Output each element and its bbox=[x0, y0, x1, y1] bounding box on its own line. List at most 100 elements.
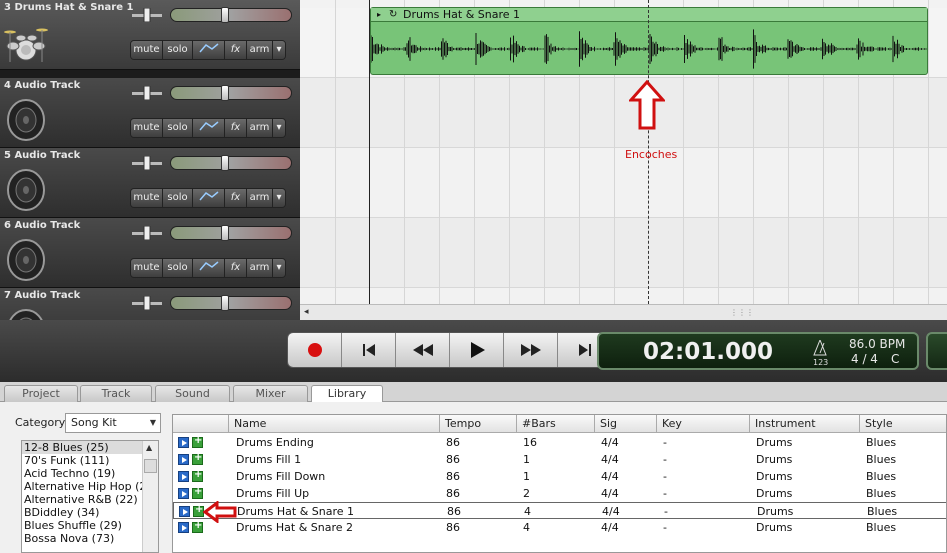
track-row[interactable]: 5 Audio Track mute solo fx arm ▾ bbox=[0, 148, 300, 218]
pan-slider[interactable] bbox=[132, 8, 162, 22]
table-row[interactable]: Drums Fill Up 86 2 4/4 - Drums Blues bbox=[173, 485, 946, 502]
track-row[interactable]: 6 Audio Track mute solo fx arm ▾ bbox=[0, 218, 300, 288]
envelope-button[interactable] bbox=[193, 259, 225, 277]
scroll-grip-icon[interactable]: ⋮⋮⋮ bbox=[730, 308, 754, 317]
metronome-button[interactable]: 123 bbox=[813, 338, 839, 368]
pan-slider[interactable] bbox=[132, 296, 162, 310]
solo-button[interactable]: solo bbox=[163, 41, 193, 59]
volume-knob[interactable] bbox=[221, 7, 229, 23]
category-item[interactable]: 70's Funk (111) bbox=[22, 454, 158, 467]
track-row[interactable]: 7 Audio Track bbox=[0, 288, 300, 320]
pan-slider[interactable] bbox=[132, 156, 162, 170]
volume-slider[interactable] bbox=[170, 155, 292, 171]
fx-button[interactable]: fx bbox=[225, 119, 247, 137]
category-list[interactable]: 12-8 Blues (25) 70's Funk (111) Acid Tec… bbox=[21, 440, 159, 553]
track-menu-button[interactable]: ▾ bbox=[273, 119, 285, 137]
mute-button[interactable]: mute bbox=[131, 189, 163, 207]
scroll-up-icon[interactable]: ▲ bbox=[146, 443, 152, 452]
category-select[interactable]: Song Kit ▼ bbox=[65, 413, 161, 433]
table-row[interactable]: Drums Ending 86 16 4/4 - Drums Blues bbox=[173, 434, 946, 451]
timeline-lane[interactable] bbox=[300, 218, 947, 288]
mute-button[interactable]: mute bbox=[131, 41, 163, 59]
envelope-button[interactable] bbox=[193, 189, 225, 207]
mute-button[interactable]: mute bbox=[131, 119, 163, 137]
record-button[interactable] bbox=[288, 333, 342, 367]
add-to-track-icon[interactable] bbox=[192, 469, 203, 482]
track-menu-button[interactable]: ▾ bbox=[273, 41, 285, 59]
add-to-track-icon[interactable] bbox=[192, 486, 203, 499]
horizontal-scrollbar[interactable]: ◂ ⋮⋮⋮ bbox=[300, 304, 947, 320]
fx-button[interactable]: fx bbox=[225, 189, 247, 207]
category-item[interactable]: Acid Techno (19) bbox=[22, 467, 158, 480]
volume-slider[interactable] bbox=[170, 7, 292, 23]
add-to-track-icon[interactable] bbox=[192, 520, 203, 533]
table-row[interactable]: Drums Fill 1 86 1 4/4 - Drums Blues bbox=[173, 451, 946, 468]
column-tempo[interactable]: Tempo bbox=[439, 415, 516, 433]
clip-expand-icon[interactable]: ▸ bbox=[377, 8, 381, 22]
column-style[interactable]: Style bbox=[859, 415, 944, 433]
arm-button[interactable]: arm bbox=[247, 259, 273, 277]
track-menu-button[interactable]: ▾ bbox=[273, 189, 285, 207]
add-to-track-icon[interactable] bbox=[192, 452, 203, 465]
solo-button[interactable]: solo bbox=[163, 189, 193, 207]
preview-play-icon[interactable] bbox=[178, 488, 189, 499]
column-key[interactable]: Key bbox=[656, 415, 749, 433]
volume-slider[interactable] bbox=[170, 85, 292, 101]
timeline-lane[interactable] bbox=[300, 288, 947, 304]
tab-sound[interactable]: Sound bbox=[155, 385, 230, 402]
play-button[interactable] bbox=[450, 333, 504, 367]
fx-button[interactable]: fx bbox=[225, 41, 247, 59]
category-item[interactable]: 12-8 Blues (25) bbox=[22, 441, 158, 454]
volume-knob[interactable] bbox=[221, 225, 229, 241]
volume-slider[interactable] bbox=[170, 225, 292, 241]
add-to-track-icon[interactable] bbox=[192, 435, 203, 448]
volume-slider[interactable] bbox=[170, 295, 292, 311]
track-menu-button[interactable]: ▾ bbox=[273, 259, 285, 277]
category-item[interactable]: Blues Shuffle (29) bbox=[22, 519, 158, 532]
table-row-selected[interactable]: Drums Hat & Snare 1 86 4 4/4 - Drums Blu… bbox=[173, 502, 946, 519]
column-instrument[interactable]: Instrument bbox=[749, 415, 859, 433]
tab-library[interactable]: Library bbox=[311, 385, 383, 403]
table-row[interactable]: Drums Hat & Snare 2 86 4 4/4 - Drums Blu… bbox=[173, 519, 946, 536]
column-sig[interactable]: Sig bbox=[594, 415, 656, 433]
tempo-readout[interactable]: 86.0 BPM bbox=[849, 337, 905, 351]
tab-project[interactable]: Project bbox=[4, 385, 78, 402]
preview-play-icon[interactable] bbox=[178, 454, 189, 465]
go-to-start-button[interactable] bbox=[342, 333, 396, 367]
volume-knob[interactable] bbox=[221, 295, 229, 311]
envelope-button[interactable] bbox=[193, 119, 225, 137]
pan-slider[interactable] bbox=[132, 226, 162, 240]
time-signature[interactable]: 4 / 4 bbox=[851, 352, 878, 366]
table-row[interactable]: Drums Fill Down 86 1 4/4 - Drums Blues bbox=[173, 468, 946, 485]
key-readout[interactable]: C bbox=[891, 352, 899, 366]
envelope-button[interactable] bbox=[193, 41, 225, 59]
timeline-lane[interactable] bbox=[300, 148, 947, 218]
timeline-lane[interactable] bbox=[300, 78, 947, 148]
volume-knob[interactable] bbox=[221, 85, 229, 101]
clip-header[interactable]: ▸ ↻ Drums Hat & Snare 1 bbox=[371, 8, 927, 22]
track-row[interactable]: 3 Drums Hat & Snare 1 mute solo fx arm ▾ bbox=[0, 0, 300, 70]
preview-play-icon[interactable] bbox=[178, 522, 189, 533]
category-scrollbar[interactable]: ▲ bbox=[142, 441, 158, 552]
category-item[interactable]: Alternative R&B (22) bbox=[22, 493, 158, 506]
category-item[interactable]: Alternative Hip Hop (21) bbox=[22, 480, 158, 493]
tab-track[interactable]: Track bbox=[80, 385, 152, 402]
category-item[interactable]: BDiddley (34) bbox=[22, 506, 158, 519]
side-panel-button[interactable] bbox=[926, 332, 947, 370]
fast-forward-button[interactable] bbox=[504, 333, 558, 367]
solo-button[interactable]: solo bbox=[163, 119, 193, 137]
category-item[interactable]: Bossa Nova (73) bbox=[22, 532, 158, 545]
preview-play-icon[interactable] bbox=[179, 506, 190, 517]
arm-button[interactable]: arm bbox=[247, 41, 273, 59]
arm-button[interactable]: arm bbox=[247, 189, 273, 207]
tab-mixer[interactable]: Mixer bbox=[233, 385, 308, 402]
track-row[interactable]: 4 Audio Track mute solo fx arm ▾ bbox=[0, 78, 300, 148]
audio-clip[interactable]: ▸ ↻ Drums Hat & Snare 1 bbox=[370, 7, 928, 75]
solo-button[interactable]: solo bbox=[163, 259, 193, 277]
column-name[interactable]: Name bbox=[228, 415, 438, 433]
mute-button[interactable]: mute bbox=[131, 259, 163, 277]
column-bars[interactable]: #Bars bbox=[516, 415, 594, 433]
scroll-thumb[interactable] bbox=[144, 459, 157, 473]
fx-button[interactable]: fx bbox=[225, 259, 247, 277]
rewind-button[interactable] bbox=[396, 333, 450, 367]
